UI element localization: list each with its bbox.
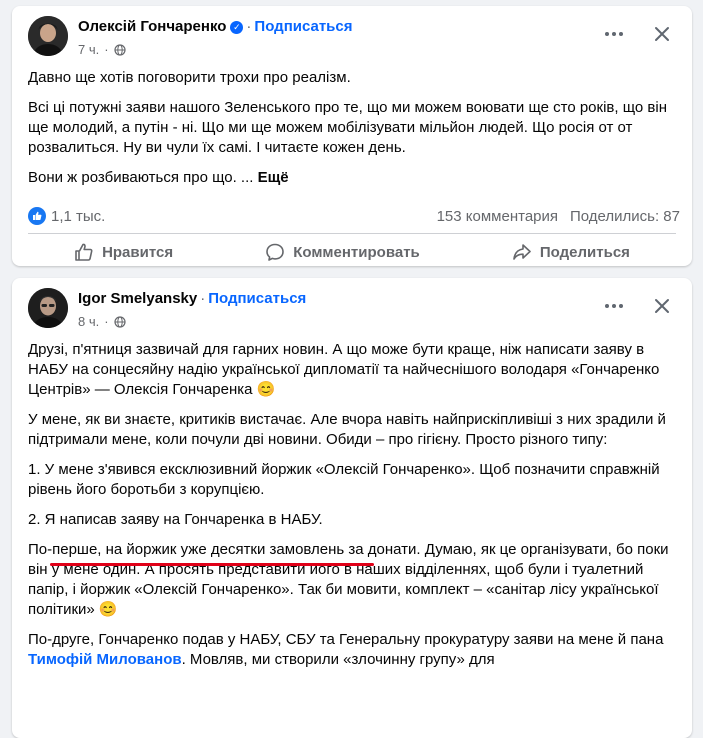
reactions-bar: 1,1 тыс. 153 комментария Поделились: 87 [28,205,680,227]
post-body: Друзі, п'ятниця зазвичай для гарних нови… [12,340,692,670]
post-paragraph: Давно ще хотів поговорити трохи про реал… [28,69,351,86]
more-options-icon[interactable] [600,292,628,320]
follow-button[interactable]: Подписаться [208,290,306,307]
post-paragraph: Всі ці потужні заяви нашого Зеленського … [28,99,667,156]
author-line: Igor Smelyansky · Подписаться [78,290,306,307]
separator-dot: · [104,314,109,329]
globe-icon [113,315,126,328]
post-paragraph: По-друге, Гончаренко подав у НАБУ, СБУ т… [28,630,676,670]
share-icon [513,244,531,260]
post-card: Igor Smelyansky · Подписаться 8 ч. · Друзі… [12,278,692,738]
post-header: Олексій Гончаренко ✓ · Подписаться 7 ч. · [12,6,692,68]
post-actions: Нравится Комментировать Поделиться [28,235,676,266]
header-actions [600,292,676,320]
post-card: Олексій Гончаренко ✓ · Подписаться 7 ч. · Д… [12,6,692,266]
post-paragraph: 2. Я написав заяву на Гончаренка в НАБУ. [28,511,323,528]
divider [28,233,676,234]
more-options-icon[interactable] [600,20,628,48]
post-text: По-друге, Гончаренко подав у НАБУ, СБУ т… [28,631,664,648]
post-time[interactable]: 8 ч. [78,314,99,329]
like-button[interactable]: Нравится [74,242,173,262]
post-text: . Мовляв, ми створили «злочинну групу» д… [181,651,495,668]
mention-link[interactable]: Тимофій Милованов [28,651,182,668]
share-button[interactable]: Поделиться [512,242,630,262]
post-paragraph: 1. У мене з'явився ексклюзивний йоржик «… [28,461,660,498]
post-paragraph: У мене, як ви знаєте, критиків вистачає.… [28,411,666,448]
author-avatar[interactable] [28,288,68,328]
post-paragraph: Друзі, п'ятниця зазвичай для гарних нови… [28,341,660,398]
author-name[interactable]: Олексій Гончаренко [78,18,226,35]
author-line: Олексій Гончаренко ✓ · Подписаться [78,18,353,35]
post-time[interactable]: 7 ч. [78,42,99,57]
highlight-underline [50,563,374,566]
comment-label: Комментировать [293,243,420,261]
comment-button[interactable]: Комментировать [265,242,420,262]
follow-button[interactable]: Подписаться [254,18,352,35]
shares-count[interactable]: Поделились: 87 [570,208,680,225]
close-icon[interactable] [648,20,676,48]
reactions-count[interactable]: 1,1 тыс. [51,208,105,225]
comment-icon [266,243,285,261]
separator-dot: · [200,290,206,307]
post-paragraph: По-перше, на йоржик уже десятки замовлен… [28,541,669,618]
like-reaction-icon[interactable] [28,207,46,225]
post-meta: 7 ч. · [78,42,126,57]
author-avatar[interactable] [28,16,68,56]
header-actions [600,20,676,48]
post-header: Igor Smelyansky · Подписаться 8 ч. · [12,278,692,340]
globe-icon [113,43,126,56]
post-last-line: Вони ж розбиваються про що. ... [28,169,254,186]
like-label: Нравится [102,243,174,261]
separator-dot: · [246,18,252,35]
thumbs-up-icon [75,243,93,261]
close-icon[interactable] [648,292,676,320]
comments-count[interactable]: 153 комментария [437,208,558,225]
separator-dot: · [104,42,109,57]
see-more-link[interactable]: Ещё [258,169,289,186]
author-name[interactable]: Igor Smelyansky [78,290,197,307]
verified-badge-icon: ✓ [230,21,244,34]
post-body: Давно ще хотів поговорити трохи про реал… [12,68,692,188]
post-paragraph: Вони ж розбиваються про що. ... Ещё [28,168,676,188]
share-label: Поделиться [539,243,630,261]
post-meta: 8 ч. · [78,314,126,329]
